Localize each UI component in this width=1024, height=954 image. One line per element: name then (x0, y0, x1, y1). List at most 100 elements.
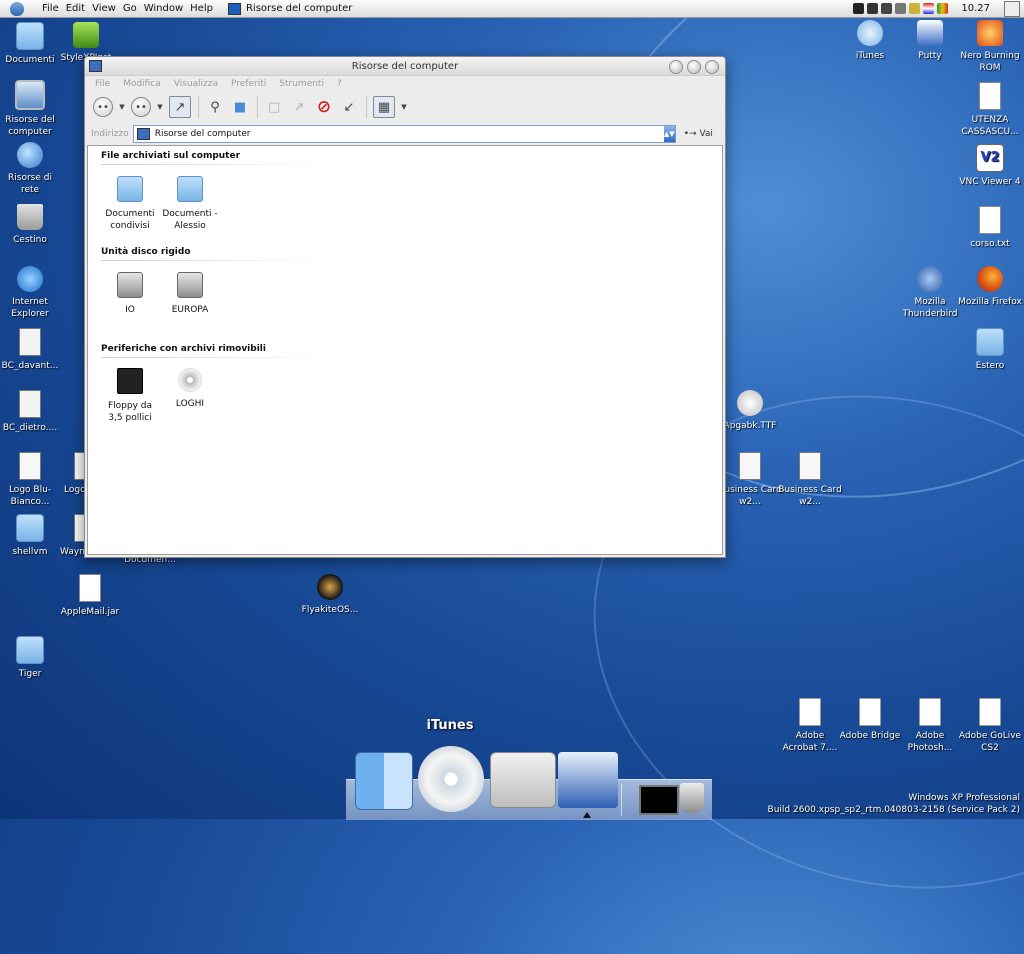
computer-icon (15, 80, 45, 110)
window-titlebar[interactable]: Risorse del computer (85, 57, 725, 76)
security-tray-icon[interactable] (909, 3, 921, 14)
desktop-icon[interactable]: BC_dietro.... (0, 390, 62, 434)
computer-icon[interactable] (89, 60, 102, 72)
desktop-icon[interactable]: V2 VNC Viewer 4 (958, 144, 1022, 188)
network-tray-icon[interactable] (895, 3, 907, 14)
document-icon (979, 82, 1001, 110)
menu-edit[interactable]: Edit (66, 3, 85, 14)
document-icon (979, 206, 1001, 234)
menu-file[interactable]: File (42, 3, 59, 14)
desktop-icon[interactable]: Estero (958, 328, 1022, 372)
list-item[interactable]: EUROPA (160, 272, 220, 316)
menu-visualizza[interactable]: Visualizza (174, 79, 218, 89)
list-item[interactable]: LOGHI (160, 368, 220, 410)
list-item[interactable]: Documenti condivisi (100, 176, 160, 232)
golive-icon (979, 698, 1001, 726)
computer-icon (227, 2, 241, 15)
terminal-icon[interactable] (639, 785, 679, 815)
close-button[interactable] (705, 60, 719, 74)
minimize-button[interactable] (669, 60, 683, 74)
desktop-icon[interactable]: Mozilla Firefox (958, 266, 1022, 308)
system-tray: 10.27 (853, 0, 1024, 17)
section-title: File archiviati sul computer (101, 151, 241, 161)
dock-separator (621, 784, 622, 816)
ie-icon (17, 266, 43, 292)
toolbar-separator (366, 96, 367, 118)
menu-strumenti[interactable]: Strumenti (279, 79, 324, 89)
desktop-icon[interactable]: AppleMail.jar (58, 574, 122, 618)
address-bar: Indirizzo Risorse del computer ▲▼ •→ Vai (85, 122, 725, 146)
search-button[interactable]: ⚲ (205, 97, 225, 117)
views-dropdown-button[interactable]: ▼ (400, 97, 408, 117)
delete-button[interactable]: ⊘ (314, 97, 334, 117)
trash-icon (17, 204, 43, 230)
menu-go[interactable]: Go (123, 3, 137, 14)
menu-modifica[interactable]: Modifica (123, 79, 161, 89)
desktop-icon[interactable]: iTunes (838, 20, 902, 62)
menu-help[interactable]: ? (337, 79, 342, 89)
language-icon[interactable] (937, 3, 949, 14)
font-file-icon (737, 390, 763, 416)
desktop-icon[interactable]: Wayn (48, 514, 96, 558)
desktop-icon[interactable]: Adobe Bridge (838, 698, 902, 742)
desktop-icon[interactable]: UTENZA CASSASCU... (958, 82, 1022, 138)
desktop-icon[interactable]: Internet Explorer (0, 266, 62, 320)
vnc-icon: V2 (976, 144, 1004, 172)
back-button[interactable]: •• (93, 97, 113, 117)
desktop-icon[interactable]: Tiger (0, 636, 62, 680)
copy-to-button[interactable]: ↗ (289, 97, 309, 117)
desktop-icon[interactable]: Putty (898, 20, 962, 62)
go-button[interactable]: •→ Vai (684, 129, 713, 139)
desktop-icon[interactable]: BC_davant... (0, 328, 62, 372)
menu-help[interactable]: Help (190, 3, 213, 14)
forward-dropdown-button[interactable]: ▼ (156, 97, 164, 117)
menu-preferiti[interactable]: Preferiti (231, 79, 266, 89)
desktop-icon[interactable]: Business Card w2... (718, 452, 782, 508)
cd-icon (178, 368, 202, 392)
menu-file[interactable]: File (95, 79, 110, 89)
desktop-icon[interactable]: Adobe GoLive CS2 (958, 698, 1022, 754)
maximize-button[interactable] (687, 60, 701, 74)
volume-icon[interactable] (867, 3, 879, 14)
up-folder-button[interactable]: ↗ (169, 96, 191, 118)
desktop-icon[interactable]: Cestino (0, 204, 62, 246)
back-dropdown-button[interactable]: ▼ (118, 97, 126, 117)
desktop-icon[interactable]: Business Card w2... (778, 452, 842, 508)
list-item[interactable]: Documenti - Alessio (160, 176, 220, 232)
desktop-icon[interactable]: Adobe Photosh... (898, 698, 962, 754)
speaker-icon[interactable] (881, 3, 893, 14)
forward-button[interactable]: •• (131, 97, 151, 117)
desktop-icon[interactable]: corso.txt (958, 206, 1022, 250)
list-item[interactable]: IO (100, 272, 160, 316)
desktop-icon[interactable]: Adobe Acrobat 7.... (778, 698, 842, 754)
views-button[interactable]: ▦ (373, 96, 395, 118)
address-dropdown-button[interactable]: ▲▼ (663, 126, 675, 142)
flag-icon[interactable] (923, 3, 935, 14)
list-item[interactable]: Floppy da 3,5 pollici (100, 368, 160, 424)
desktop-icon[interactable]: Nero Burning ROM (958, 20, 1022, 74)
address-field[interactable]: Risorse del computer ▲▼ (132, 125, 676, 143)
clock[interactable]: 10.27 (961, 3, 990, 14)
finder-icon[interactable] (355, 752, 413, 810)
spotlight-icon[interactable] (1004, 0, 1020, 17)
system-preferences-icon[interactable] (490, 752, 556, 808)
desktop-icon[interactable]: Apgabk.TTF (718, 390, 782, 432)
desktop-icon[interactable]: FlyakiteOS... (298, 574, 362, 616)
desktop-icon[interactable]: Risorse di rete (0, 142, 62, 196)
address-value: Risorse del computer (154, 129, 251, 139)
folders-button[interactable]: ■ (230, 97, 250, 117)
undo-button[interactable]: ↙ (339, 97, 359, 117)
move-to-button[interactable]: □ (264, 97, 284, 117)
putty-icon[interactable] (558, 752, 618, 808)
apple-menu-icon[interactable] (10, 1, 24, 16)
desktop-icon[interactable]: Risorse del computer (0, 80, 62, 138)
floppy-icon (117, 368, 143, 394)
menu-window[interactable]: Window (144, 3, 183, 14)
active-window-title: Risorse del computer (245, 3, 353, 14)
menu-view[interactable]: View (92, 3, 116, 14)
itunes-icon[interactable] (418, 746, 484, 812)
phone-icon[interactable] (853, 3, 865, 14)
desktop-icon[interactable]: Documenti (0, 22, 62, 66)
trash-icon[interactable] (680, 783, 704, 813)
desktop-icon[interactable]: Mozilla Thunderbird (898, 266, 962, 320)
